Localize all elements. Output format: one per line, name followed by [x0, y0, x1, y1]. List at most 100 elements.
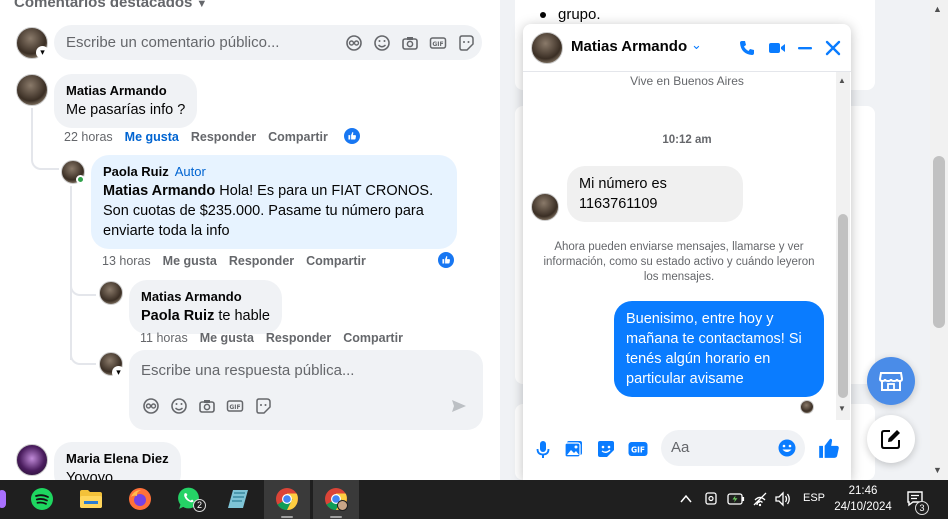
taskbar-app-chrome[interactable]: [264, 480, 310, 519]
comment-input[interactable]: Escribe un comentario público... GIF: [54, 25, 482, 60]
minimize-icon[interactable]: [795, 38, 815, 58]
taskbar-app-whatsapp[interactable]: 2: [166, 480, 212, 519]
mention-link[interactable]: Paola Ruiz: [141, 308, 214, 324]
battery-icon[interactable]: [727, 492, 745, 506]
comment-bubble: Paola Ruiz Autor Matias Armando Hola! Es …: [91, 155, 457, 249]
emoji-icon[interactable]: [372, 33, 392, 53]
reply-button[interactable]: Responder: [229, 254, 294, 268]
page-scrollbar-thumb[interactable]: [933, 156, 945, 328]
scroll-up-arrow[interactable]: ▲: [933, 4, 942, 14]
like-button[interactable]: Me gusta: [163, 254, 217, 268]
online-status-dot: [76, 175, 85, 184]
close-icon[interactable]: [823, 38, 843, 58]
new-message-button[interactable]: [867, 415, 915, 463]
contact-avatar[interactable]: [531, 32, 563, 64]
contact-avatar[interactable]: [531, 193, 559, 221]
comment-input-placeholder: Escribe un comentario público...: [66, 34, 280, 51]
reply-input-placeholder: Escribe una respuesta pública...: [141, 362, 355, 379]
chevron-down-icon[interactable]: ⌄: [691, 37, 702, 53]
messenger-chat-window: Matias Armando ⌄ Vive en Buenos Aires 10…: [523, 24, 851, 480]
volume-icon[interactable]: [774, 491, 792, 507]
share-button[interactable]: Compartir: [343, 331, 403, 345]
gif-icon[interactable]: GIF: [428, 33, 448, 53]
reply-button[interactable]: Responder: [266, 331, 331, 345]
running-indicator: [281, 516, 293, 518]
running-indicator: [330, 516, 342, 518]
share-button[interactable]: Compartir: [306, 254, 366, 268]
chat-scrollbar-thumb[interactable]: [838, 214, 848, 398]
comment-author[interactable]: Paola Ruiz: [103, 164, 169, 179]
marketplace-button[interactable]: [867, 357, 915, 405]
wifi-icon[interactable]: [752, 491, 768, 507]
photo-icon[interactable]: [563, 438, 585, 460]
comment-timestamp[interactable]: 13 horas: [102, 254, 151, 268]
like-button[interactable]: Me gusta: [125, 130, 179, 144]
camera-icon[interactable]: [400, 33, 420, 53]
sticker-icon[interactable]: [456, 33, 476, 53]
reply-input[interactable]: Escribe una respuesta pública... GIF: [129, 350, 483, 430]
comments-panel: Comentarios destacados ▼ ▾ Escribe un com…: [0, 0, 500, 480]
camera-icon[interactable]: [197, 396, 217, 416]
avatar[interactable]: [16, 444, 48, 476]
comment-author[interactable]: Matias Armando: [66, 82, 185, 100]
contact-name[interactable]: Matias Armando: [571, 38, 687, 55]
gif-icon[interactable]: GIF: [627, 438, 649, 460]
contact-location: Vive en Buenos Aires: [630, 74, 744, 88]
comment-timestamp[interactable]: 22 horas: [64, 130, 113, 144]
comment-author[interactable]: Matias Armando: [141, 288, 270, 306]
comment-filter-dropdown[interactable]: Comentarios destacados ▼: [14, 0, 207, 11]
chevron-down-icon[interactable]: ▾: [36, 46, 49, 59]
share-button[interactable]: Compartir: [268, 130, 328, 144]
scroll-down-arrow[interactable]: ▼: [838, 404, 846, 413]
chrome-icon: [325, 488, 348, 511]
comment-text: te hable: [214, 308, 270, 324]
taskbar-app-notes[interactable]: [215, 480, 261, 519]
language-indicator[interactable]: ESP: [803, 492, 825, 504]
taskbar-app-firefox[interactable]: [117, 480, 163, 519]
like-button[interactable]: Me gusta: [200, 331, 254, 345]
reply-button[interactable]: Responder: [191, 130, 256, 144]
thumbs-up-icon[interactable]: [343, 127, 361, 145]
whatsapp-badge: 2: [193, 499, 206, 512]
comment-timestamp[interactable]: 11 horas: [140, 331, 188, 345]
system-notice: Ahora pueden enviarse mensajes, llamarse…: [543, 241, 815, 283]
notifications-badge: 3: [915, 501, 929, 515]
mention-link[interactable]: Matias Armando: [103, 183, 215, 199]
taskbar-app-spotify[interactable]: [19, 480, 65, 519]
message-input[interactable]: Aa: [661, 430, 805, 466]
meeting-icon[interactable]: [704, 491, 718, 507]
chevron-down-icon[interactable]: ▾: [112, 366, 125, 379]
avatar[interactable]: [16, 74, 48, 106]
emoji-icon[interactable]: [777, 438, 797, 458]
thumbs-up-icon[interactable]: [437, 251, 455, 269]
gif-icon[interactable]: GIF: [225, 396, 245, 416]
send-icon[interactable]: [449, 396, 469, 416]
avatar[interactable]: [99, 281, 123, 305]
chevron-up-icon[interactable]: [680, 492, 692, 506]
microphone-icon[interactable]: [532, 438, 554, 460]
taskbar-app-partial[interactable]: [0, 480, 16, 519]
sticker-icon[interactable]: [253, 396, 273, 416]
store-icon: [878, 372, 904, 391]
comment-author[interactable]: Maria Elena Diez: [66, 450, 169, 468]
avatar-sticker-icon[interactable]: [344, 33, 364, 53]
scroll-up-arrow[interactable]: ▲: [838, 76, 846, 85]
taskbar-app-chrome-profile[interactable]: [313, 480, 359, 519]
chat-header: Matias Armando ⌄: [523, 24, 851, 72]
svg-text:GIF: GIF: [229, 404, 240, 411]
phone-icon[interactable]: [737, 38, 757, 58]
thread-line: [70, 186, 72, 360]
thumbs-up-icon[interactable]: [817, 436, 841, 460]
avatar-sticker-icon[interactable]: [141, 396, 161, 416]
svg-text:GIF: GIF: [432, 41, 443, 48]
comment-bubble: Matias Armando Paola Ruiz te hable: [129, 280, 282, 334]
sticker-icon[interactable]: [595, 438, 617, 460]
bullet-point: [540, 12, 546, 18]
system-clock[interactable]: 21:46 24/10/2024: [826, 483, 900, 515]
comment-actions: 22 horas Me gusta Responder Compartir: [64, 130, 340, 144]
emoji-icon[interactable]: [169, 396, 189, 416]
scroll-down-arrow[interactable]: ▼: [933, 465, 942, 475]
taskbar-app-file-explorer[interactable]: [68, 480, 114, 519]
author-badge: Autor: [174, 164, 206, 179]
video-call-icon[interactable]: [767, 38, 787, 58]
